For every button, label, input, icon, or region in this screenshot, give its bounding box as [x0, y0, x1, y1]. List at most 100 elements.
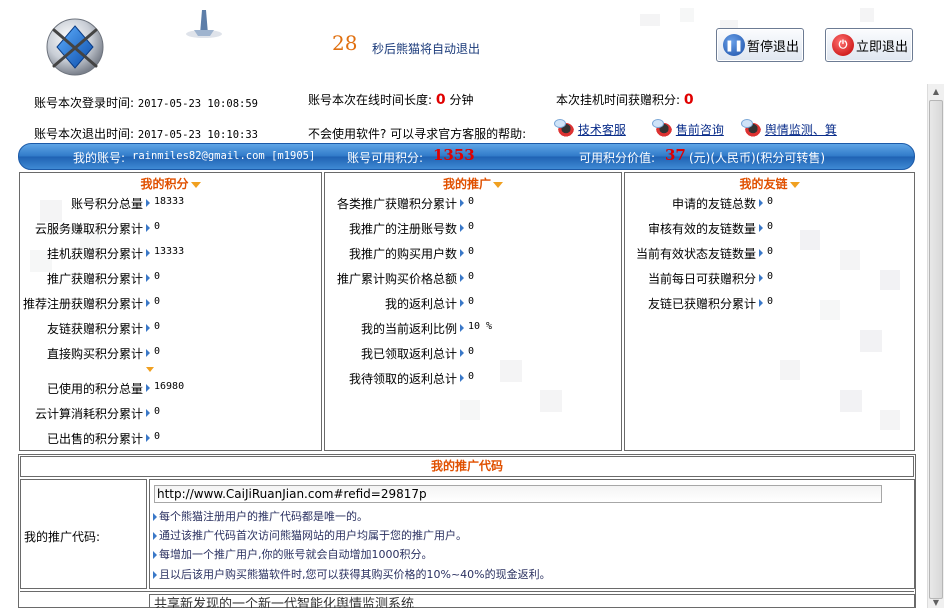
exit-now-button[interactable]: ⏻ 立即退出 — [825, 28, 913, 62]
stat-value: 0 — [154, 406, 161, 417]
crystal-decoration-icon — [184, 8, 224, 40]
stat-value: 10 % — [468, 321, 493, 332]
link-opinion[interactable]: 舆情监测、箕 — [741, 118, 837, 139]
stat-value: 0 — [154, 296, 161, 307]
countdown-number: 28 — [332, 31, 358, 55]
stat-row: 云计算消耗积分累计 0 — [20, 405, 321, 421]
bullet-arrow-icon — [759, 199, 763, 207]
stat-label: 推广累计购买价格总额 — [336, 272, 457, 286]
bullet-arrow-icon — [460, 324, 464, 332]
stat-value: 0 — [154, 346, 161, 357]
stat-label: 我推广的购买用户数 — [348, 247, 457, 261]
stat-row: 当前每日可获赠积分 0 — [625, 270, 914, 286]
scrollbar-thumb[interactable] — [929, 100, 943, 599]
my-links-title[interactable]: 我的友链 — [625, 175, 914, 192]
points-label: 账号可用积分: — [347, 151, 424, 165]
points-value: 1353 — [433, 146, 475, 164]
promo-url-field[interactable]: http://www.CaiJiRuanJian.com#refid=29817… — [154, 485, 882, 503]
stat-label: 推荐注册获赠积分累计 — [22, 297, 143, 311]
stat-label: 账号积分总量 — [70, 197, 143, 211]
bullet-arrow-icon — [460, 299, 464, 307]
stat-label: 各类推广获赠积分累计 — [336, 197, 457, 211]
account-bar: 我的账号: rainmiles82@gmail.com [m1905] 账号可用… — [18, 143, 915, 170]
account-label: 我的账号: — [73, 151, 126, 165]
stat-row: 我待领取的返利总计 0 — [325, 370, 621, 386]
online-duration-label: 账号本次在线时间长度: — [308, 93, 433, 107]
stat-row: 审核有效的友链数量 0 — [625, 220, 914, 236]
scroll-up-icon[interactable]: ▲ — [928, 84, 944, 100]
stat-row: 各类推广获赠积分累计 0 — [325, 195, 621, 211]
logout-time-value: 2017-05-23 10:10:33 — [137, 129, 258, 141]
promo-bottom-row: 共享新发现的一个新一代智能化舆情监测系统 — [20, 591, 915, 608]
hang-points-value: 0 — [683, 92, 694, 108]
stat-row: 友链获赠积分累计 0 — [20, 320, 321, 336]
my-points-title[interactable]: 我的积分 — [20, 175, 321, 192]
stat-row: 已出售的积分累计 0 — [20, 430, 321, 446]
stat-label: 已出售的积分累计 — [46, 432, 143, 446]
stat-label: 审核有效的友链数量 — [647, 222, 756, 236]
vertical-scrollbar[interactable]: ▲ ▼ — [927, 84, 944, 608]
bullet-arrow-icon — [146, 324, 150, 332]
stat-value: 0 — [767, 246, 774, 257]
scroll-down-icon[interactable]: ▼ — [928, 598, 944, 608]
stat-row: 直接购买积分累计 0 — [20, 345, 321, 361]
pause-exit-button[interactable]: ❚❚ 暂停退出 — [716, 28, 804, 62]
bullet-arrow-icon — [146, 199, 150, 207]
stat-row: 我推广的购买用户数 0 — [325, 245, 621, 261]
link-tech-support-label: 技术客服 — [577, 123, 626, 137]
stat-row: 推荐注册获赠积分累计 0 — [20, 295, 321, 311]
stat-row: 我推广的注册账号数 0 — [325, 220, 621, 236]
stat-label: 直接购买积分累计 — [46, 347, 143, 361]
bullet-arrow-icon — [146, 224, 150, 232]
stat-label: 云服务赚取积分累计 — [34, 222, 143, 236]
login-time: 账号本次登录时间: 2017-05-23 10:08:59 — [34, 94, 258, 111]
help-text: 不会使用软件? 可以寻求官方客服的帮助: — [308, 127, 527, 141]
stat-value: 0 — [154, 271, 161, 282]
stat-label: 友链获赠积分累计 — [46, 322, 143, 336]
online-duration-value: 0 — [435, 92, 446, 108]
my-promo-panel: 我的推广 各类推广获赠积分累计 0 我推广的注册账号数 0 我推广的购买用户数 0 推广累计… — [324, 172, 622, 451]
stat-label: 我已领取返利总计 — [360, 347, 457, 361]
qq-icon — [741, 118, 761, 139]
link-presales[interactable]: 售前咨询 — [652, 118, 724, 139]
stat-value: 16980 — [154, 381, 185, 392]
pause-exit-label: 暂停退出 — [747, 39, 800, 55]
qq-icon — [652, 118, 672, 139]
promo-share-field[interactable]: 共享新发现的一个新一代智能化舆情监测系统 — [149, 594, 915, 608]
stat-row: 我的当前返利比例 10 % — [325, 320, 621, 336]
stat-label: 友链已获赠积分累计 — [647, 297, 756, 311]
promo-note: 且以后该用户购买熊猫软件时,您可以获得其购买价格的10%~40%的现金返利。 — [153, 566, 551, 582]
bullet-arrow-icon — [460, 274, 464, 282]
stat-row: 友链已获赠积分累计 0 — [625, 295, 914, 311]
stat-label: 我推广的注册账号数 — [348, 222, 457, 236]
my-links-panel: 我的友链 申请的友链总数 0 审核有效的友链数量 0 当前有效状态友链数量 0 当前每日可获… — [624, 172, 915, 451]
stat-label: 我待领取的返利总计 — [348, 372, 457, 386]
link-tech-support[interactable]: 技术客服 — [554, 118, 626, 139]
bullet-arrow-icon — [146, 349, 150, 357]
stat-value: 0 — [154, 221, 161, 232]
stat-label: 当前每日可获赠积分 — [647, 272, 756, 286]
stat-row: 申请的友链总数 0 — [625, 195, 914, 211]
dropdown-arrow-icon — [789, 181, 800, 188]
dropdown-arrow-icon — [190, 181, 201, 188]
link-presales-label: 售前咨询 — [675, 123, 724, 137]
promo-code-content: http://www.CaiJiRuanJian.com#refid=29817… — [149, 479, 915, 589]
stat-value: 0 — [767, 196, 774, 207]
bullet-arrow-icon — [146, 384, 150, 392]
stat-value: 0 — [767, 296, 774, 307]
promo-note: 通过该推广代码首次访问熊猫网站的用户均属于您的推广用户。 — [153, 527, 467, 543]
app-logo-icon — [44, 16, 106, 78]
hang-points: 本次挂机时间获赠积分: 0 — [556, 91, 694, 108]
stat-value: 0 — [154, 321, 161, 332]
online-duration: 账号本次在线时间长度: 0 分钟 — [308, 91, 473, 108]
stat-label: 我的当前返利比例 — [360, 322, 457, 336]
online-duration-unit: 分钟 — [449, 93, 474, 107]
my-promo-title[interactable]: 我的推广 — [325, 175, 621, 192]
bullet-arrow-icon — [146, 274, 150, 282]
login-time-label: 账号本次登录时间: — [34, 96, 135, 110]
power-icon: ⏻ — [832, 34, 854, 56]
bullet-arrow-icon — [460, 349, 464, 357]
stat-value: 0 — [468, 271, 475, 282]
stat-value: 0 — [468, 196, 475, 207]
qq-icon — [554, 118, 574, 139]
